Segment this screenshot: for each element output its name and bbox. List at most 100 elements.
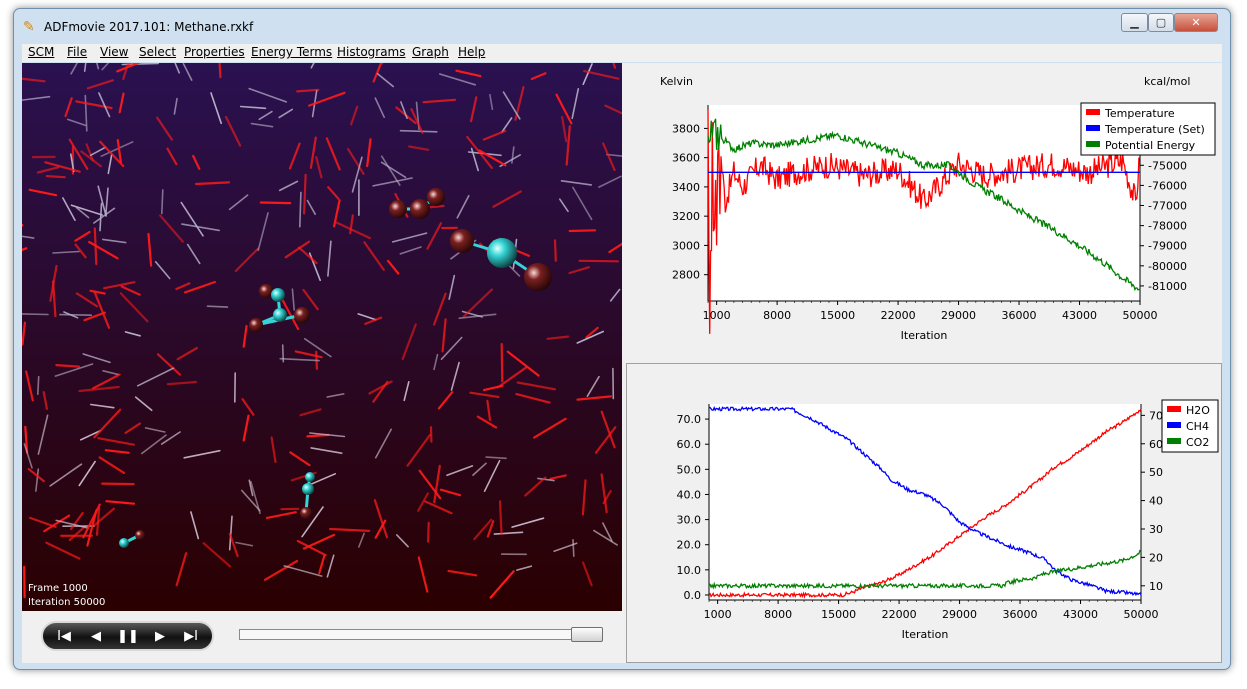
y-left-tick-label: 60.0 <box>677 438 702 451</box>
maximize-button[interactable]: ▢ <box>1148 13 1174 32</box>
x-tick-label: 43000 <box>1063 608 1098 621</box>
bond-stick <box>45 174 66 179</box>
plot-area <box>709 404 1141 600</box>
legend-label: Potential Energy <box>1105 139 1196 152</box>
menu-view[interactable]: View <box>100 45 128 59</box>
y-left-tick-label: 10.0 <box>677 564 702 577</box>
x-tick-label: 50000 <box>1123 309 1158 322</box>
bond-stick <box>498 500 503 535</box>
legend-label: CO2 <box>1186 436 1209 449</box>
y-left-tick-label: 2800 <box>672 269 700 282</box>
x-tick-label: 8000 <box>764 608 792 621</box>
bond-stick <box>572 538 575 558</box>
y-right-tick-label: -79000 <box>1148 240 1187 253</box>
y-right-tick-label: -78000 <box>1148 220 1187 233</box>
legend-label: H2O <box>1186 404 1210 417</box>
bond-stick <box>281 344 285 363</box>
title-bar[interactable]: ✎ ADFmovie 2017.101: Methane.rxkf ▁ ▢ ✕ <box>14 9 1230 43</box>
oxygen-atom <box>294 307 310 323</box>
legend-swatch <box>1086 109 1100 115</box>
legend-label: CH4 <box>1186 420 1209 433</box>
menu-histograms[interactable]: Histograms <box>337 45 406 59</box>
menu-graph[interactable]: Graph <box>412 45 449 59</box>
oxygen-atom <box>389 200 407 218</box>
molecule-viewport[interactable]: Frame 1000 Iteration 50000 <box>0 33 639 611</box>
y-right-tick-label: 30 <box>1149 523 1163 536</box>
bond-stick <box>259 201 292 205</box>
y-left-tick-label: 3600 <box>672 152 700 165</box>
window-title: ADFmovie 2017.101: Methane.rxkf <box>44 20 254 34</box>
y-right-tick-label: -75000 <box>1148 159 1187 172</box>
molecule-canvas[interactable] <box>0 33 639 611</box>
x-tick-label: 1000 <box>703 309 731 322</box>
bond-stick <box>55 364 81 368</box>
y-left-tick-label: 3800 <box>672 122 700 135</box>
x-tick-label: 29000 <box>941 309 976 322</box>
menu-help[interactable]: Help <box>458 45 485 59</box>
right-unit-label: kcal/mol <box>1144 75 1190 88</box>
app-icon: ✎ <box>23 19 35 35</box>
y-left-tick-label: 3200 <box>672 210 700 223</box>
oxygen-atom <box>259 284 273 298</box>
last-frame-button[interactable]: ▶I <box>180 628 202 645</box>
bond-stick <box>500 343 504 383</box>
x-tick-label: 36000 <box>1003 608 1038 621</box>
bond-stick <box>399 129 438 133</box>
playback-controls: I◀ ◀ ❚❚ ▶ ▶I <box>41 621 214 651</box>
y-right-tick-label: 20 <box>1149 551 1163 564</box>
bond-stick <box>59 313 92 316</box>
energy-graph[interactable]: 1000 8000 15000 22000 29000 36000 43000 50000 28… <box>626 63 1222 363</box>
plot-area <box>708 105 1140 301</box>
frame-slider-thumb[interactable] <box>571 627 603 642</box>
menu-properties[interactable]: Properties <box>184 45 245 59</box>
y-left-tick-label: 20.0 <box>677 539 702 552</box>
application-window: ✎ ADFmovie 2017.101: Methane.rxkf ▁ ▢ ✕ … <box>0 8 1231 670</box>
carbon-atom <box>305 472 315 482</box>
bond-stick <box>298 191 302 228</box>
oxygen-atom <box>524 263 552 291</box>
oxygen-atom <box>249 318 263 332</box>
first-frame-button[interactable]: I◀ <box>53 628 75 645</box>
bond-stick <box>578 259 620 263</box>
bond-stick <box>218 60 222 79</box>
bond-stick <box>161 189 164 215</box>
y-left-tick-label: 3400 <box>672 181 700 194</box>
bond-stick <box>206 305 229 308</box>
bond-stick <box>568 229 597 233</box>
legend-swatch <box>1086 125 1100 131</box>
menu-file[interactable]: File <box>67 45 87 59</box>
menu-select[interactable]: Select <box>139 45 176 59</box>
next-frame-button[interactable]: ▶ <box>149 628 171 645</box>
y-left-tick-label: 30.0 <box>677 514 702 527</box>
y-left-tick-label: 3000 <box>672 239 700 252</box>
legend-label: Temperature <box>1104 107 1175 120</box>
minimize-button[interactable]: ▁ <box>1121 13 1148 32</box>
menu-bar: SCM File View Select Properties Energy T… <box>22 44 1222 62</box>
composition-graph-panel: 1000 8000 15000 22000 29000 36000 43000 50000 0.… <box>626 363 1222 663</box>
x-tick-label: 15000 <box>820 309 855 322</box>
y-right-tick-label: -77000 <box>1148 200 1187 213</box>
bond-stick <box>21 313 49 316</box>
client-area: Frame 1000 Iteration 50000 I◀ ◀ ❚❚ ▶ ▶I … <box>0 33 1222 663</box>
x-axis-label: Iteration <box>902 628 949 641</box>
previous-frame-button[interactable]: ◀ <box>85 628 107 645</box>
frame-slider-track[interactable] <box>239 629 603 640</box>
y-right-tick-label: 40 <box>1149 495 1163 508</box>
y-right-tick-label: -76000 <box>1148 179 1187 192</box>
x-tick-label: 50000 <box>1124 608 1159 621</box>
bond-stick <box>553 239 557 262</box>
x-tick-label: 22000 <box>881 309 916 322</box>
x-tick-label: 29000 <box>942 608 977 621</box>
oxygen-atom <box>450 229 474 253</box>
close-button[interactable]: ✕ <box>1174 13 1218 32</box>
y-right-tick-label: 60 <box>1149 438 1163 451</box>
pause-button[interactable]: ❚❚ <box>117 628 139 645</box>
x-tick-label: 15000 <box>821 608 856 621</box>
composition-graph[interactable]: 1000 8000 15000 22000 29000 36000 43000 50000 0.… <box>627 364 1221 662</box>
x-tick-label: 1000 <box>704 608 732 621</box>
y-left-tick-label: 50.0 <box>677 463 702 476</box>
menu-scm[interactable]: SCM <box>28 45 54 59</box>
y-left-tick-label: 40.0 <box>677 488 702 501</box>
menu-energy-terms[interactable]: Energy Terms <box>251 45 332 59</box>
legend-swatch <box>1086 141 1100 147</box>
